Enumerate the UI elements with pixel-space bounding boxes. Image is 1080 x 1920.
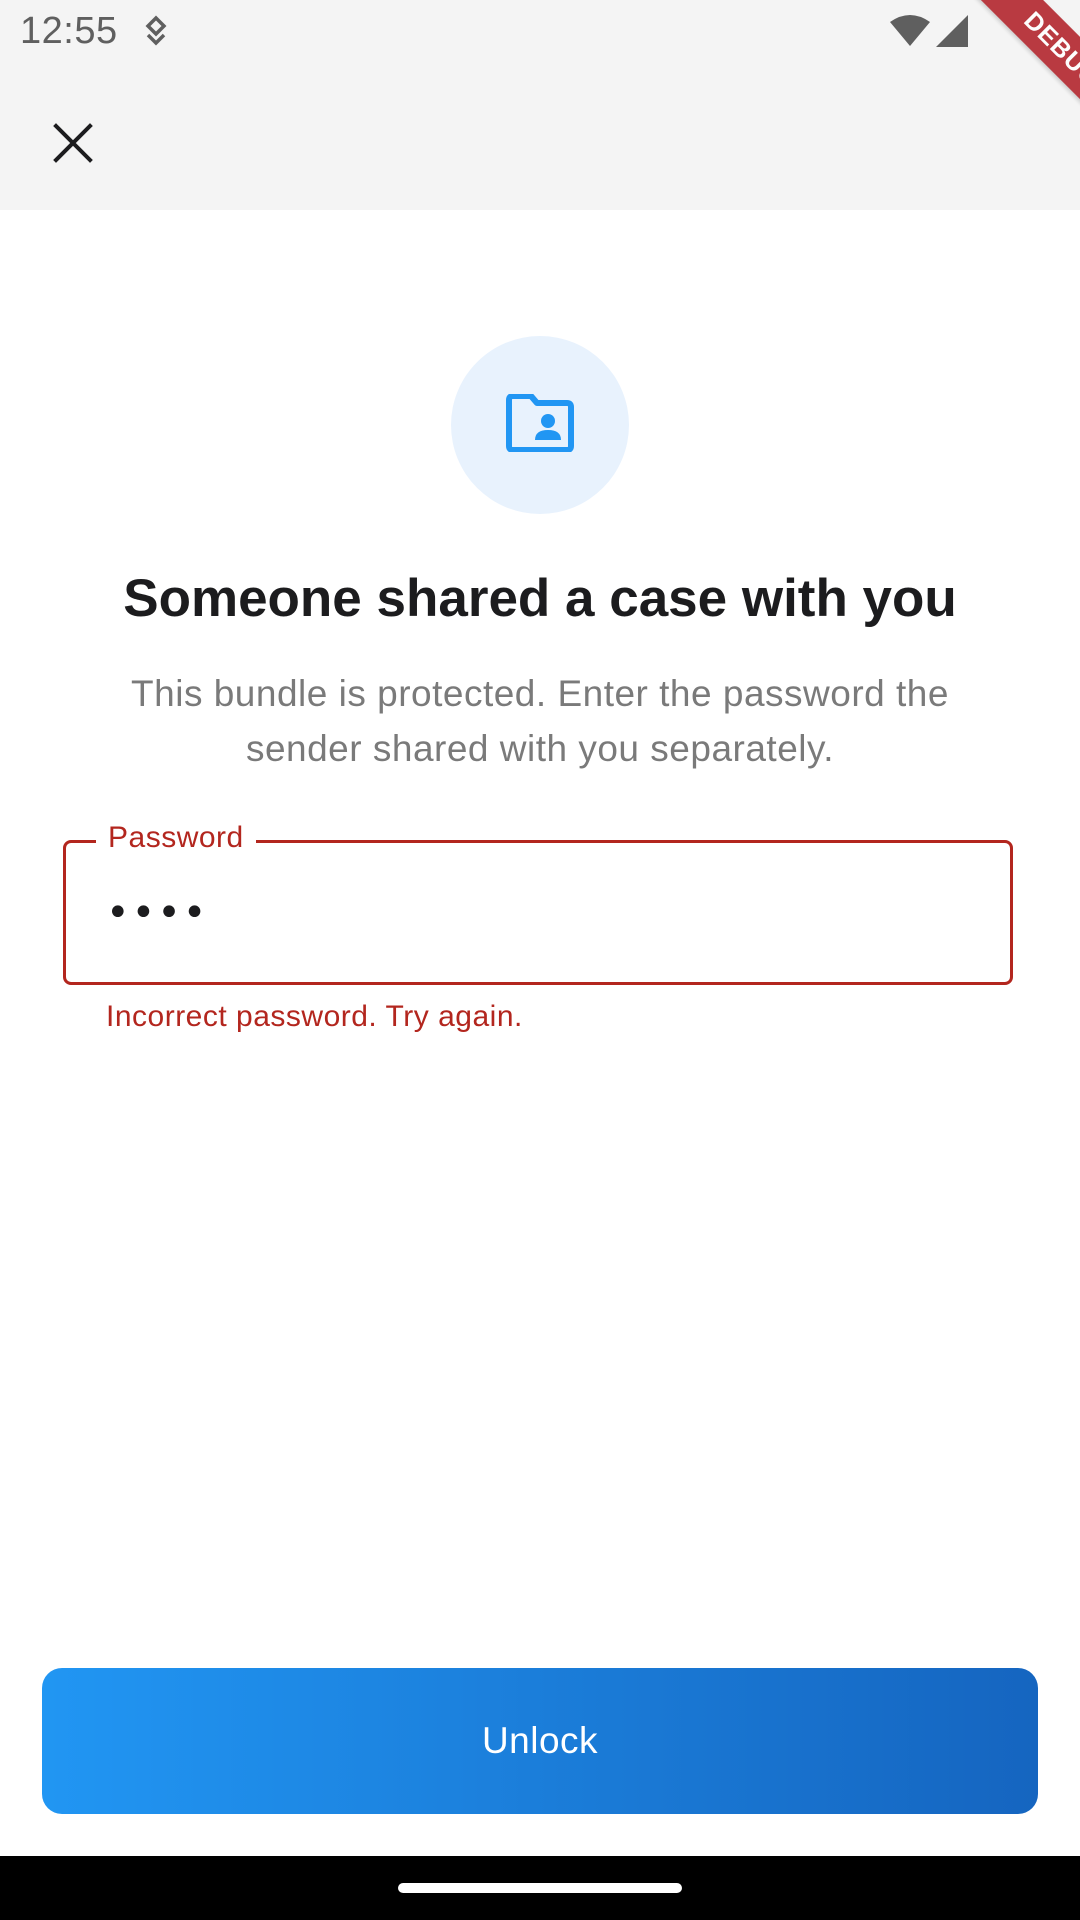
password-label: Password	[96, 821, 256, 855]
close-button[interactable]	[38, 110, 108, 180]
wifi-icon	[888, 14, 932, 48]
password-field[interactable]: Password	[63, 821, 1013, 985]
app-bar	[0, 64, 1080, 210]
notification-icon	[143, 15, 169, 49]
password-input[interactable]	[106, 883, 966, 943]
folder-icon-container	[451, 336, 629, 514]
folder-shared-icon	[505, 392, 575, 457]
page-title: Someone shared a case with you	[123, 569, 957, 628]
unlock-button[interactable]: Unlock	[42, 1668, 1038, 1814]
status-bar: 12:55	[0, 0, 1080, 64]
password-error: Incorrect password. Try again.	[106, 1000, 523, 1033]
status-time: 12:55	[20, 10, 118, 52]
page-subtitle: This bundle is protected. Enter the pass…	[131, 673, 949, 769]
home-indicator[interactable]	[398, 1883, 682, 1893]
navigation-bar	[0, 1856, 1080, 1920]
signal-icon	[934, 13, 970, 49]
close-icon	[53, 122, 93, 168]
